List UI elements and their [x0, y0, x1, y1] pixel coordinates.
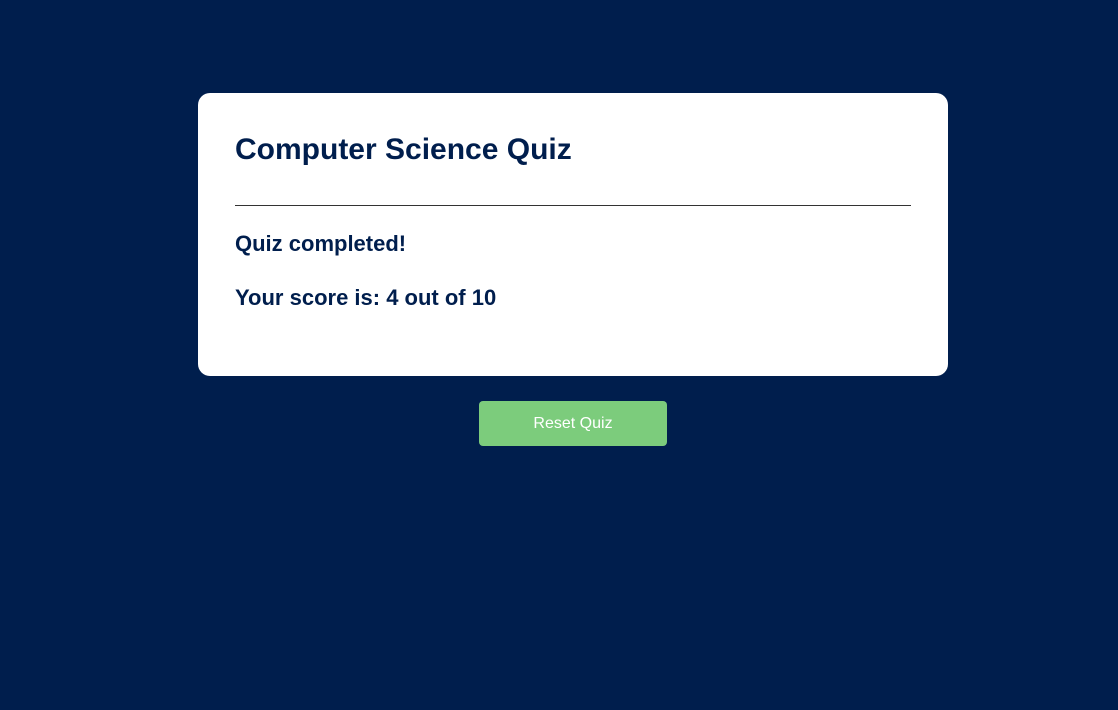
reset-quiz-button[interactable]: Reset Quiz: [479, 401, 667, 446]
quiz-title: Computer Science Quiz: [235, 133, 572, 166]
divider: [235, 205, 911, 206]
quiz-card: Computer Science Quiz Quiz completed! Yo…: [198, 93, 948, 376]
quiz-status: Quiz completed!: [235, 231, 407, 256]
score-text: Your score is: 4 out of 10: [235, 285, 497, 310]
